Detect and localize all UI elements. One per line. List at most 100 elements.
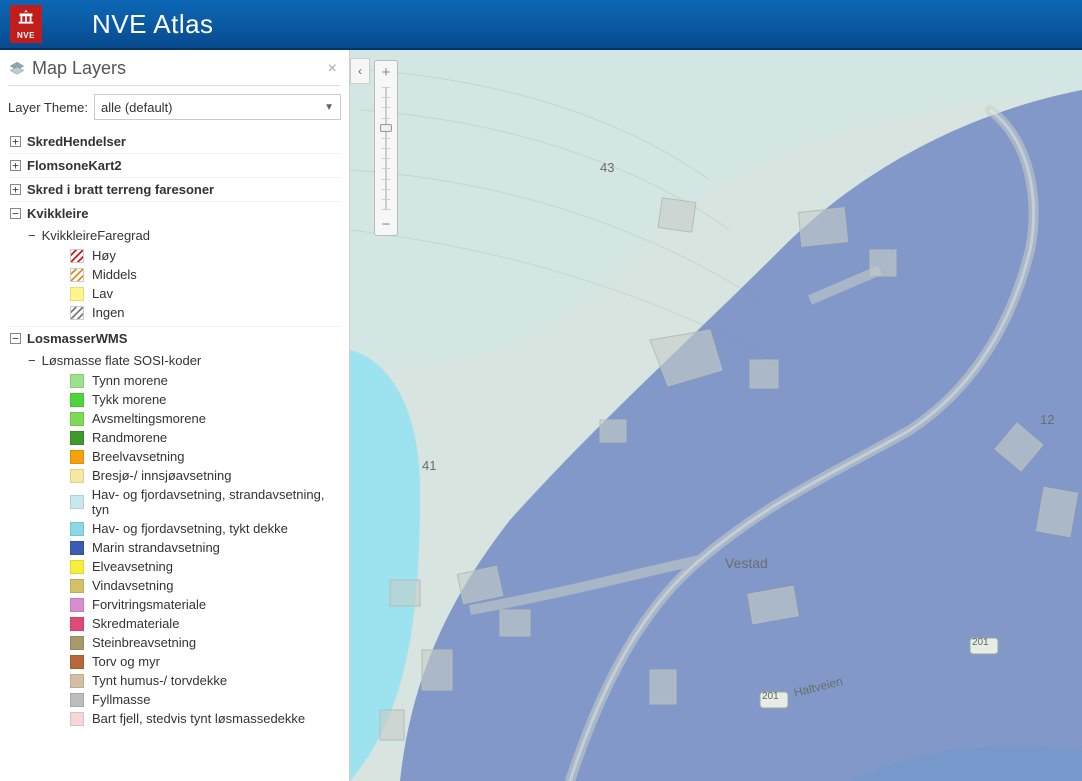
theme-select[interactable]: alle (default) ▼	[94, 94, 341, 120]
caret-down-icon: ▼	[324, 102, 334, 113]
legend-item: Vindavsetning	[70, 576, 341, 595]
legend-label: Forvitringsmateriale	[92, 597, 206, 612]
zoom-out-button[interactable]: −	[375, 213, 397, 235]
legend-swatch	[70, 522, 84, 536]
legend-item: Tynt humus-/ torvdekke	[70, 671, 341, 690]
legend-label: Skredmateriale	[92, 616, 179, 631]
legend-swatch	[70, 655, 84, 669]
layers-sidebar: Map Layers × Layer Theme: alle (default)…	[0, 50, 350, 781]
expand-icon: +	[10, 160, 21, 171]
legend-label: Bresjø-/ innsjøavsetning	[92, 468, 231, 483]
legend-label: Hav- og fjordavsetning, strandavsetning,…	[92, 487, 341, 517]
logo-text: NVE	[17, 31, 35, 40]
legend-item: Skredmateriale	[70, 614, 341, 633]
legend-swatch	[70, 712, 84, 726]
collapse-icon: −	[28, 228, 36, 243]
tree-toggle-losmasserwms[interactable]: −LosmasserWMS	[10, 331, 341, 346]
tree-label: Kvikkleire	[27, 206, 88, 221]
legend-swatch	[70, 412, 84, 426]
legend-swatch	[70, 693, 84, 707]
legend-label: Vindavsetning	[92, 578, 173, 593]
zoom-handle[interactable]	[380, 124, 392, 132]
legend-item: Fyllmasse	[70, 690, 341, 709]
legend-swatch	[70, 450, 84, 464]
legend-item: Torv og myr	[70, 652, 341, 671]
legend-item: Elveavsetning	[70, 557, 341, 576]
panel-title: Map Layers	[32, 58, 324, 79]
legend-list: Tynn morene Tykk morene Avsmeltingsmorene R…	[28, 371, 341, 728]
legend-label: Steinbreavsetning	[92, 635, 196, 650]
legend-label: Torv og myr	[92, 654, 160, 669]
house-number: 43	[600, 160, 614, 175]
legend-label: Ingen	[92, 305, 125, 320]
legend-label: Middels	[92, 267, 137, 282]
legend-label: Bart fjell, stedvis tynt løsmassedekke	[92, 711, 305, 726]
legend-label: Randmorene	[92, 430, 167, 445]
tree-label: SkredHendelser	[27, 134, 126, 149]
road-ref: 201	[972, 637, 989, 648]
legend-label: Avsmeltingsmorene	[92, 411, 206, 426]
legend-swatch	[70, 598, 84, 612]
tree-toggle-kvikkleirefaregrad[interactable]: −KvikkleireFaregrad	[28, 225, 341, 246]
zoom-in-button[interactable]: +	[375, 61, 397, 83]
legend-item: Lav	[70, 284, 341, 303]
collapse-icon: −	[10, 333, 21, 344]
legend-item: Ingen	[70, 303, 341, 322]
tree-toggle-flomsonekart2[interactable]: + FlomsoneKart2	[10, 158, 341, 173]
nve-logo: NVE	[10, 5, 42, 43]
legend-swatch	[70, 268, 84, 282]
legend-swatch	[70, 374, 84, 388]
house-number: 41	[422, 458, 436, 473]
legend-swatch	[70, 560, 84, 574]
app-title: NVE Atlas	[92, 9, 214, 40]
legend-item: Steinbreavsetning	[70, 633, 341, 652]
legend-swatch	[70, 674, 84, 688]
tree-node-kvikkleire: −Kvikkleire−KvikkleireFaregradHøyMiddels…	[8, 201, 341, 326]
legend-label: Tynn morene	[92, 373, 168, 388]
tree-toggle-skredhendelser[interactable]: + SkredHendelser	[10, 134, 341, 149]
tree-label: KvikkleireFaregrad	[42, 228, 150, 243]
close-panel-button[interactable]: ×	[324, 60, 341, 78]
legend-item: Høy	[70, 246, 341, 265]
map-svg	[350, 50, 1082, 781]
legend-swatch	[70, 636, 84, 650]
legend-item: Breelvavsetning	[70, 447, 341, 466]
legend-label: Tykk morene	[92, 392, 166, 407]
layer-tree: + SkredHendelser + FlomsoneKart2 +Skred i br…	[8, 130, 341, 732]
tree-label: Løsmasse flate SOSI-koder	[42, 353, 202, 368]
tree-toggle-losmasse-sosi[interactable]: −Løsmasse flate SOSI-koder	[28, 350, 341, 371]
legend-item: Marin strandavsetning	[70, 538, 341, 557]
tree-toggle-kvikkleire[interactable]: −Kvikkleire	[10, 206, 341, 221]
legend-item: Forvitringsmateriale	[70, 595, 341, 614]
house-number: 12	[1040, 412, 1054, 427]
collapse-sidebar-button[interactable]: ‹	[350, 58, 370, 84]
legend-label: Fyllmasse	[92, 692, 151, 707]
map-canvas[interactable]: ‹ + −	[350, 50, 1082, 781]
legend-swatch	[70, 306, 84, 320]
road-ref: 201	[762, 691, 779, 702]
legend-swatch	[70, 287, 84, 301]
tree-label: FlomsoneKart2	[27, 158, 122, 173]
legend-swatch	[70, 579, 84, 593]
legend-label: Høy	[92, 248, 116, 263]
zoom-slider[interactable]	[375, 83, 397, 213]
crown-building-icon	[15, 8, 37, 30]
tree-toggle-skred-bratt[interactable]: +Skred i bratt terreng faresoner	[10, 182, 341, 197]
collapse-icon: −	[10, 208, 21, 219]
legend-label: Hav- og fjordavsetning, tykt dekke	[92, 521, 288, 536]
tree-label: LosmasserWMS	[27, 331, 127, 346]
collapse-icon: −	[28, 353, 36, 368]
legend-item: Bresjø-/ innsjøavsetning	[70, 466, 341, 485]
panel-header: Map Layers ×	[8, 58, 341, 86]
tree-node-losmasserwms: −LosmasserWMS−Løsmasse flate SOSI-koderT…	[8, 326, 341, 732]
legend-label: Marin strandavsetning	[92, 540, 220, 555]
legend-swatch	[70, 249, 84, 263]
legend-item: Bart fjell, stedvis tynt løsmassedekke	[70, 709, 341, 728]
legend-list: Høy Middels Lav Ingen	[28, 246, 341, 322]
zoom-control: + −	[374, 60, 398, 236]
expand-icon: +	[10, 184, 21, 195]
expand-icon: +	[10, 136, 21, 147]
legend-item: Tykk morene	[70, 390, 341, 409]
legend-item: Middels	[70, 265, 341, 284]
legend-label: Breelvavsetning	[92, 449, 185, 464]
